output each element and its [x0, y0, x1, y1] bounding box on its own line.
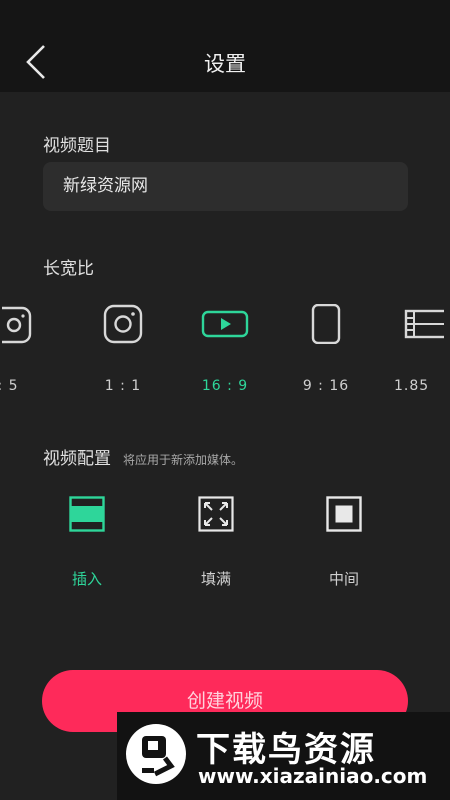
config-label: 填满 [200, 570, 231, 588]
center-icon [326, 496, 362, 532]
page-title: 设置 [204, 52, 246, 76]
video-title-input[interactable]: 新绿资源网 [43, 162, 408, 211]
video-config-hint: 将应用于新添加媒体。 [123, 453, 244, 467]
watermark-logo [126, 724, 186, 784]
video-config-title: 视频配置 [43, 449, 111, 469]
config-option-inset[interactable]: 插入 [47, 492, 127, 592]
video-title-label: 视频题目 [43, 136, 111, 156]
fit-inset-icon [69, 496, 105, 532]
ratio-label: 1.85 [394, 378, 430, 394]
config-option-fill[interactable]: 填满 [176, 492, 256, 592]
film-icon [404, 309, 444, 339]
config-option-center[interactable]: 中间 [304, 492, 384, 592]
config-label: 中间 [328, 570, 359, 588]
fill-expand-icon [198, 496, 234, 532]
top-bar [0, 0, 450, 92]
watermark-url: www.xiazainiao.com [198, 764, 428, 788]
video-config-label: 视频配置 将应用于新添加媒体。 [43, 444, 243, 469]
instagram-icon [2, 306, 32, 344]
ratio-label: 1 : 1 [104, 378, 142, 394]
phone-portrait-icon [311, 304, 341, 344]
ratio-label: : 5 [0, 378, 19, 394]
instagram-icon [103, 304, 143, 344]
youtube-icon [201, 310, 249, 338]
ratio-option-16-9[interactable]: 16 : 9 [195, 300, 255, 400]
aspect-ratio-label: 长宽比 [43, 259, 94, 279]
ratio-option-9-16[interactable]: 9 : 16 [296, 300, 356, 400]
ratio-label: 9 : 16 [302, 378, 350, 394]
ratio-option-4-5[interactable]: : 5 [0, 300, 52, 400]
config-label: 插入 [71, 570, 102, 588]
ratio-label: 16 : 9 [201, 378, 249, 394]
ratio-option-1-85[interactable]: 1.85 [394, 300, 450, 400]
ratio-option-1-1[interactable]: 1 : 1 [93, 300, 153, 400]
